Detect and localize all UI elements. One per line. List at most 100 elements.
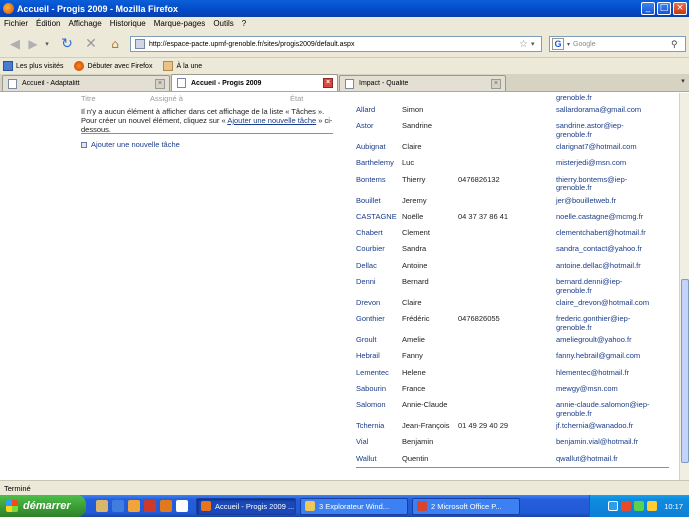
search-icon[interactable]: ⚲: [671, 39, 685, 50]
contact-email[interactable]: sallardorama@gmail.com: [556, 105, 679, 115]
contact-email-line[interactable]: misterjedi@msn.com: [556, 159, 679, 168]
url-bar[interactable]: http://espace-pacte.upmf-grenoble.fr/sit…: [130, 36, 542, 52]
contact-email[interactable]: thierry.bontems@iep-grenoble.fr: [556, 175, 679, 193]
column-header-titre[interactable]: Titre: [81, 94, 96, 103]
contact-email[interactable]: jer@bouilletweb.fr: [556, 196, 679, 206]
contact-email[interactable]: mewgy@msn.com: [556, 384, 679, 394]
contact-email[interactable]: misterjedi@msn.com: [556, 159, 679, 168]
bookmark-most-visited[interactable]: Les plus visités: [3, 61, 63, 71]
contact-last-name[interactable]: Barthelemy: [356, 159, 394, 168]
contact-email-line[interactable]: fanny.hebrail@gmail.com: [556, 352, 679, 361]
quick-launch-media-icon[interactable]: [128, 500, 140, 512]
contact-last-name[interactable]: Drevon: [356, 298, 380, 308]
menu-marque-pages[interactable]: Marque-pages: [150, 19, 210, 28]
tab-impact-qualite[interactable]: Impact - Qualite ×: [339, 75, 506, 91]
contact-last-name[interactable]: Bontems: [356, 175, 386, 185]
taskbar-firefox-window[interactable]: Accueil - Progis 2009 ...: [196, 497, 296, 515]
contact-email-line[interactable]: sandra_contact@yahoo.fr: [556, 245, 679, 254]
contact-email-line[interactable]: qwallut@hotmail.fr: [556, 454, 679, 464]
menu-fichier[interactable]: Fichier: [0, 19, 32, 28]
contact-email-line[interactable]: grenoble.fr: [556, 286, 679, 296]
contact-email-line[interactable]: antoine.dellac@hotmail.fr: [556, 261, 679, 271]
menu-affichage[interactable]: Affichage: [64, 19, 105, 28]
contact-email-line[interactable]: benjamin.vial@hotmail.fr: [556, 438, 679, 447]
contact-email-line[interactable]: claire_drevon@hotmail.com: [556, 298, 679, 308]
contact-email-line[interactable]: grenoble.fr: [556, 323, 679, 333]
contact-email[interactable]: claire_drevon@hotmail.com: [556, 298, 679, 308]
contact-last-name[interactable]: Wallut: [356, 454, 377, 464]
contact-email[interactable]: sandra_contact@yahoo.fr: [556, 245, 679, 254]
contact-email-line[interactable]: noelle.castagne@mcmg.fr: [556, 212, 679, 222]
contact-email-line[interactable]: jer@bouilletweb.fr: [556, 196, 679, 206]
url-text[interactable]: http://espace-pacte.upmf-grenoble.fr/sit…: [149, 41, 519, 48]
contact-last-name[interactable]: Hebrail: [356, 352, 380, 361]
contact-email-line[interactable]: ameliegroult@yahoo.fr: [556, 335, 679, 345]
tab-accueil-adaptalitt[interactable]: Accueil - Adaptalitt ×: [2, 75, 170, 91]
home-icon[interactable]: ⌂: [106, 36, 124, 52]
url-dropdown-icon[interactable]: ▾: [531, 40, 541, 48]
tray-app-icon[interactable]: [634, 501, 645, 511]
add-task-inline-link[interactable]: Ajouter une nouvelle tâche: [227, 116, 316, 125]
minimize-button[interactable]: _: [641, 2, 655, 15]
taskbar-office-windows[interactable]: 2 Microsoft Office P...: [412, 497, 520, 515]
contact-email[interactable]: fanny.hebrail@gmail.com: [556, 352, 679, 361]
bookmark-news[interactable]: À la une: [163, 61, 202, 71]
menu-outils[interactable]: Outils: [209, 19, 237, 28]
contact-email-line[interactable]: sallardorama@gmail.com: [556, 105, 679, 115]
forward-button[interactable]: ▶: [26, 36, 40, 52]
contact-email-line[interactable]: grenoble.fr: [556, 409, 679, 419]
contact-email-line[interactable]: clarignat7@hotmail.com: [556, 143, 679, 152]
contact-email[interactable]: bernard.denni@iep-grenoble.fr: [556, 277, 679, 296]
tab-list-dropdown-icon[interactable]: ▾: [677, 77, 689, 91]
close-tab-icon[interactable]: ×: [491, 78, 501, 89]
tab-accueil-progis[interactable]: Accueil - Progis 2009 ×: [171, 74, 338, 91]
back-button[interactable]: ◀: [4, 36, 26, 52]
menu-aide[interactable]: ?: [238, 19, 250, 28]
scrollbar-thumb[interactable]: [681, 279, 689, 463]
contact-email[interactable]: antoine.dellac@hotmail.fr: [556, 261, 679, 271]
taskbar-explorer-windows[interactable]: 3 Explorateur Wind...: [300, 497, 408, 515]
clock[interactable]: 10:17: [664, 502, 683, 511]
quick-launch-doc-icon[interactable]: [176, 500, 188, 512]
bookmark-star-icon[interactable]: ☆: [519, 39, 531, 50]
contact-last-name[interactable]: Salomon: [356, 401, 386, 410]
close-tab-icon[interactable]: ×: [323, 78, 333, 88]
quick-launch-explorer-icon[interactable]: [96, 500, 108, 512]
search-input[interactable]: Google: [573, 41, 671, 48]
contact-email-line[interactable]: grenoble.fr: [556, 184, 679, 193]
contact-last-name[interactable]: Allard: [356, 105, 375, 115]
contact-email[interactable]: qwallut@hotmail.fr: [556, 454, 679, 464]
contact-email[interactable]: annie-claude.salomon@iep-grenoble.fr: [556, 401, 679, 418]
contact-last-name[interactable]: Aubignat: [356, 143, 386, 152]
contact-email[interactable]: clarignat7@hotmail.com: [556, 143, 679, 152]
window-title-bar[interactable]: Accueil - Progis 2009 - Mozilla Firefox …: [0, 0, 689, 17]
maximize-button[interactable]: □: [657, 2, 671, 15]
column-header-assigne[interactable]: Assigné à: [150, 94, 183, 103]
contact-email-line[interactable]: hlementec@hotmail.fr: [556, 368, 679, 378]
vertical-scrollbar[interactable]: [679, 93, 689, 480]
contact-email[interactable]: noelle.castagne@mcmg.fr: [556, 212, 679, 222]
contact-email[interactable]: frederic.gonthier@iep-grenoble.fr: [556, 315, 679, 332]
stop-icon[interactable]: ✕: [82, 36, 100, 52]
add-task-link[interactable]: Ajouter une nouvelle tâche: [81, 140, 180, 149]
bookmark-getting-started[interactable]: Débuter avec Firefox: [74, 61, 152, 71]
contact-email-line[interactable]: jf.tchernia@wanadoo.fr: [556, 421, 679, 431]
column-header-etat[interactable]: État: [290, 94, 303, 103]
contact-email-line[interactable]: grenoble.fr: [556, 93, 679, 103]
contact-last-name[interactable]: Dellac: [356, 261, 377, 271]
tray-security-icon[interactable]: [621, 501, 632, 511]
close-tab-icon[interactable]: ×: [155, 78, 165, 89]
contact-last-name[interactable]: Groult: [356, 335, 376, 345]
contact-email[interactable]: ameliegroult@yahoo.fr: [556, 335, 679, 345]
contact-email[interactable]: hlementec@hotmail.fr: [556, 368, 679, 378]
contact-last-name[interactable]: Tchernia: [356, 421, 384, 431]
search-bar[interactable]: G ▾ Google ⚲: [549, 36, 686, 52]
contact-email[interactable]: benjamin.vial@hotmail.fr: [556, 438, 679, 447]
contact-last-name[interactable]: Denni: [356, 277, 376, 287]
history-dropdown-icon[interactable]: ▾: [42, 36, 52, 52]
contact-email-line[interactable]: clementchabert@hotmail.fr: [556, 229, 679, 238]
contact-last-name[interactable]: Lementec: [356, 368, 389, 378]
contact-email-line[interactable]: mewgy@msn.com: [556, 384, 679, 394]
contact-last-name[interactable]: Bouillet: [356, 196, 381, 206]
quick-launch-ie-icon[interactable]: [112, 500, 124, 512]
